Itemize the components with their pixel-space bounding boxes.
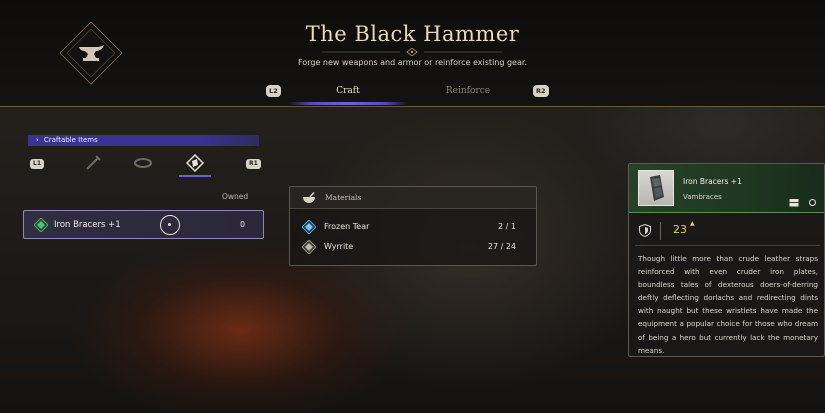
materials-panel: Materials Frozen Tear 2 / 1 Wyrrite 27 /… [289, 186, 537, 266]
mortar-bowl-icon [303, 192, 315, 203]
grey-gem-icon [302, 240, 316, 254]
page-title: The Black Hammer [305, 22, 520, 46]
chevron-right-icon: › [36, 136, 39, 144]
active-category-indicator [179, 175, 211, 177]
detail-divider [635, 245, 820, 246]
chest-icon [789, 199, 799, 207]
materials-header: Materials [290, 187, 536, 209]
shield-icon [639, 224, 651, 237]
sword-icon[interactable] [83, 153, 103, 173]
header-bar: The Black Hammer Forge new weapons and a… [0, 0, 825, 107]
item-description: Though little more than crude leather st… [638, 254, 818, 355]
l1-button-hint[interactable]: L1 [30, 159, 44, 169]
material-name: Wyrrite [324, 242, 354, 251]
title-ornament [322, 48, 502, 56]
category-label: Craftable Items [43, 136, 98, 144]
owned-count: 0 [240, 220, 246, 229]
owned-header: Owned [222, 192, 249, 201]
craft-button[interactable] [160, 215, 180, 235]
material-name: Frozen Tear [324, 222, 370, 231]
tab-reinforce[interactable]: Reinforce [410, 86, 526, 96]
detail-item-name: Iron Bracers +1 [683, 177, 742, 186]
category-bar[interactable]: › Craftable Items [28, 135, 259, 146]
defense-value: 23 [673, 223, 687, 236]
stat-divider [660, 222, 661, 240]
material-count: 2 / 1 [498, 222, 516, 231]
list-item[interactable]: Iron Bracers +1 0 [23, 210, 264, 239]
material-count: 27 / 24 [487, 242, 516, 251]
active-tab-indicator [288, 102, 408, 105]
bracer-image [650, 175, 664, 201]
material-row: Wyrrite 27 / 24 [290, 238, 536, 256]
detail-header: Iron Bracers +1 Vambraces [629, 164, 824, 213]
tab-craft[interactable]: Craft [290, 86, 406, 96]
materials-title: Materials [325, 193, 362, 202]
bracer-icon[interactable] [185, 153, 205, 173]
item-detail-panel: Iron Bracers +1 Vambraces 23 ▲ Though li… [628, 163, 825, 357]
item-thumbnail [638, 170, 674, 206]
ring-icon[interactable] [133, 153, 153, 173]
blue-gem-icon [302, 220, 316, 234]
material-row: Frozen Tear 2 / 1 [290, 218, 536, 236]
page-subtitle: Forge new weapons and armor or reinforce… [298, 58, 527, 67]
l2-button-hint[interactable]: L2 [266, 85, 281, 97]
stat-up-arrow-icon: ▲ [690, 220, 695, 227]
detail-item-type: Vambraces [683, 193, 722, 201]
item-name: Iron Bracers +1 [54, 220, 121, 230]
circle-icon [809, 199, 816, 206]
green-gem-icon [34, 218, 48, 232]
r2-button-hint[interactable]: R2 [533, 85, 549, 97]
r1-button-hint[interactable]: R1 [246, 159, 261, 169]
